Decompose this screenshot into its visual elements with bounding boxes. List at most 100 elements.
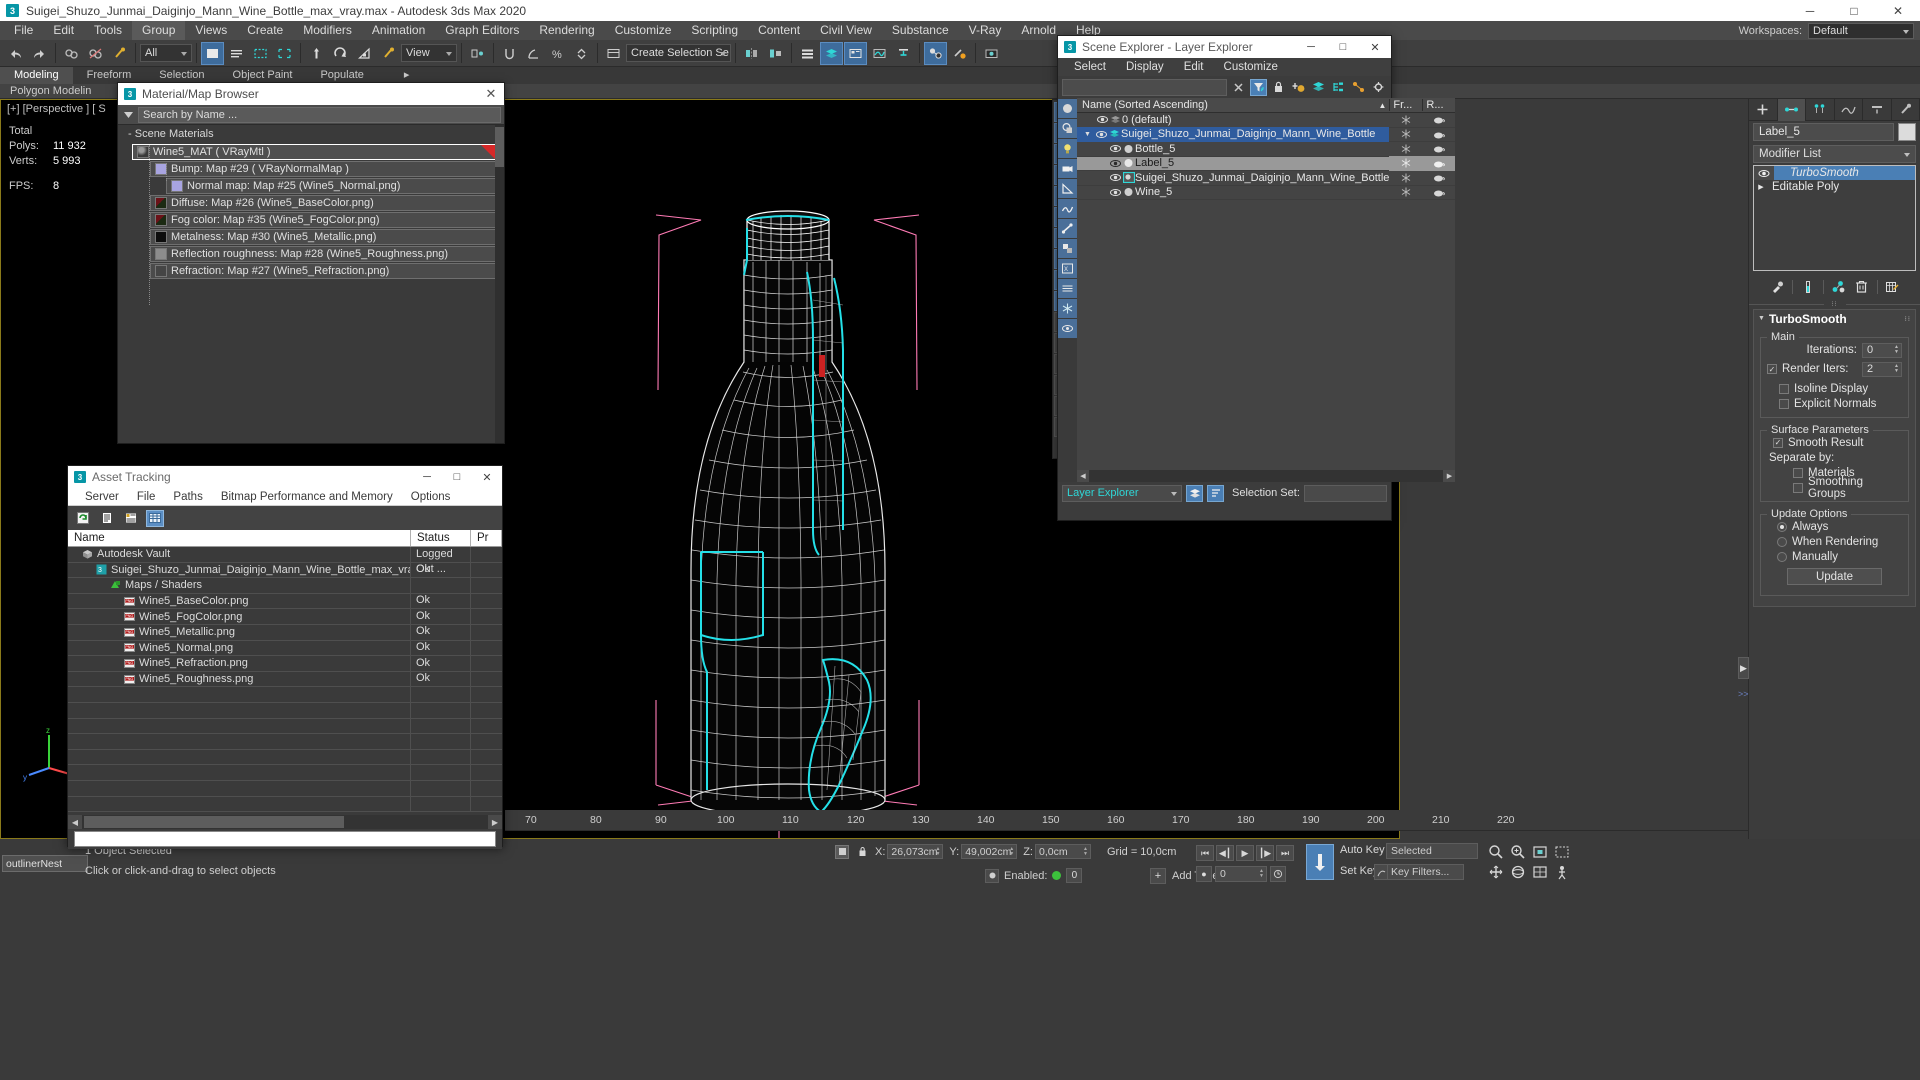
modifier-enable-eye-icon[interactable] [1754, 166, 1774, 180]
select-and-move-icon[interactable] [305, 42, 328, 65]
align-icon[interactable] [764, 42, 787, 65]
menu-scripting[interactable]: Scripting [681, 21, 748, 40]
se-col-name[interactable]: Name (Sorted Ascending) [1077, 99, 1378, 111]
modifier-list-dropdown[interactable]: Modifier List [1753, 145, 1916, 163]
current-frame-field[interactable]: 0 ▲ ▼ [1215, 866, 1267, 882]
at-grid-view-icon[interactable] [146, 509, 164, 527]
visibility-eye-icon[interactable] [1094, 130, 1108, 139]
visibility-eye-icon[interactable] [1108, 144, 1122, 153]
se-render-cell[interactable] [1422, 142, 1455, 157]
table-row[interactable]: PNG Wine5_Normal.png Ok [68, 640, 502, 657]
se-scroll-right-icon[interactable]: ▶ [1443, 470, 1456, 482]
mmb-row-reflection-roughness[interactable]: Reflection roughness: Map #28 (Wine5_Rou… [150, 246, 498, 262]
se-filter-geometry-icon[interactable] [1058, 99, 1077, 118]
at-scroll-track[interactable] [82, 815, 488, 829]
se-filter-frozen-icon[interactable] [1058, 299, 1077, 318]
at-scroll-right-icon[interactable]: ▶ [488, 815, 502, 829]
se-row-list[interactable]: 0 (default) ▼ Suigei_Shuzo_Junmai_Daigin… [1077, 113, 1456, 470]
update-button[interactable]: Update [1787, 568, 1882, 585]
snap-toggle-icon[interactable] [498, 42, 521, 65]
sort-ascending-icon[interactable]: ▲ [1378, 101, 1386, 110]
reference-coordinate-select[interactable]: View [401, 44, 457, 62]
schematic-view-icon[interactable] [892, 42, 915, 65]
table-row[interactable]: PNG Wine5_Refraction.png Ok [68, 655, 502, 672]
se-col-render[interactable]: R... [1422, 99, 1455, 111]
at-menu-bitmap-performance[interactable]: Bitmap Performance and Memory [212, 488, 402, 506]
isoline-display-row[interactable]: Isoline Display [1767, 381, 1902, 396]
menu-animation[interactable]: Animation [362, 21, 435, 40]
curve-editor-icon[interactable] [868, 42, 891, 65]
rollout-collapse-icon[interactable]: ▼ [1758, 315, 1765, 322]
window-crossing-icon[interactable] [273, 42, 296, 65]
material-editor-icon[interactable] [924, 41, 947, 65]
table-row-empty[interactable] [68, 764, 502, 781]
se-filter-xrefs-icon[interactable]: X [1058, 259, 1077, 278]
se-layers-icon[interactable] [1310, 79, 1327, 96]
se-filter-helpers-icon[interactable] [1058, 179, 1077, 198]
table-row[interactable]: Autodesk Vault Logged Out ... [68, 547, 502, 575]
menu-customize[interactable]: Customize [605, 21, 682, 40]
mmb-search-input[interactable]: Search by Name ... [138, 106, 501, 123]
menu-edit[interactable]: Edit [43, 21, 84, 40]
at-close-button[interactable]: ✕ [472, 466, 502, 488]
update-when-rendering-radio[interactable] [1777, 536, 1787, 547]
zoom-all-icon[interactable] [1510, 844, 1526, 863]
ribbon-subtab-polygon-modeling[interactable]: Polygon Modelin [0, 85, 101, 97]
at-horizontal-scrollbar[interactable]: ◀ ▶ [68, 815, 502, 829]
select-and-rotate-icon[interactable] [329, 42, 352, 65]
tab-modify[interactable] [1777, 98, 1806, 121]
menu-civil-view[interactable]: Civil View [810, 21, 882, 40]
table-row[interactable]: PNG Wine5_Metallic.png Ok [68, 624, 502, 641]
configure-modifier-sets-icon[interactable] [1885, 279, 1901, 295]
enabled-value[interactable]: 0 [1066, 868, 1083, 883]
se-sort-icon[interactable] [1207, 484, 1224, 502]
at-minimize-button[interactable]: ─ [412, 466, 442, 488]
key-filter-selected-select[interactable]: Selected [1386, 843, 1478, 859]
visibility-eye-icon[interactable] [1108, 159, 1122, 168]
menu-graph-editors[interactable]: Graph Editors [435, 21, 529, 40]
mmb-row-metalness[interactable]: Metalness: Map #30 (Wine5_Metallic.png) [150, 229, 498, 245]
visibility-eye-icon[interactable] [1108, 188, 1122, 197]
menu-group[interactable]: Group [132, 21, 186, 40]
se-filter-icon[interactable] [1250, 78, 1267, 96]
table-row-empty[interactable] [68, 718, 502, 735]
minimize-button[interactable]: ─ [1788, 0, 1832, 21]
scene-explorer-icon[interactable] [820, 41, 843, 65]
list-item[interactable]: Bottle_5 [1077, 142, 1456, 157]
se-frozen-cell[interactable] [1389, 171, 1422, 186]
se-lock-icon[interactable] [1270, 79, 1287, 96]
se-menu-customize[interactable]: Customize [1214, 58, 1288, 76]
list-item[interactable]: Wine_5 [1077, 186, 1456, 200]
expander-icon[interactable]: ▼ [1081, 131, 1094, 138]
bind-space-warp-icon[interactable] [108, 42, 131, 65]
se-frozen-cell[interactable] [1389, 113, 1422, 127]
use-pivot-center-icon[interactable] [466, 42, 489, 65]
table-row[interactable]: PNG Wine5_BaseColor.png Ok [68, 593, 502, 610]
table-row[interactable]: Maps / Shaders [68, 577, 502, 594]
rollout-drag-handle[interactable]: ⁝⁝ [1905, 315, 1911, 323]
tab-create[interactable] [1749, 98, 1778, 121]
list-item[interactable]: Suigei_Shuzo_Junmai_Daiginjo_Mann_Wine_B… [1077, 171, 1456, 186]
edit-named-sets-icon[interactable] [602, 42, 625, 65]
redo-icon[interactable] [28, 42, 51, 65]
table-row-empty[interactable] [68, 702, 502, 719]
at-menu-paths[interactable]: Paths [164, 488, 211, 506]
maximize-viewport-icon[interactable] [1532, 864, 1548, 883]
table-row-empty[interactable] [68, 780, 502, 797]
layer-manager-icon[interactable] [844, 41, 867, 65]
table-row[interactable]: PNG Wine5_Roughness.png Ok [68, 671, 502, 688]
lock-selection-icon[interactable] [855, 845, 869, 859]
table-row-empty[interactable] [68, 796, 502, 813]
se-frozen-cell[interactable] [1389, 127, 1422, 142]
se-close-button[interactable]: ✕ [1359, 36, 1391, 58]
update-always-radio[interactable] [1777, 521, 1787, 532]
se-hierarchy-icon[interactable] [1330, 79, 1347, 96]
se-settings-icon[interactable] [1370, 79, 1387, 96]
se-select-children-icon[interactable] [1350, 79, 1367, 96]
zoom-icon[interactable] [1488, 844, 1504, 863]
tab-utilities[interactable] [1892, 98, 1920, 121]
se-add-layer-icon[interactable] [1290, 79, 1307, 96]
selection-lock-icon[interactable] [835, 844, 849, 859]
ribbon-tab-modeling[interactable]: Modeling [0, 67, 73, 84]
se-render-cell[interactable] [1422, 113, 1455, 127]
